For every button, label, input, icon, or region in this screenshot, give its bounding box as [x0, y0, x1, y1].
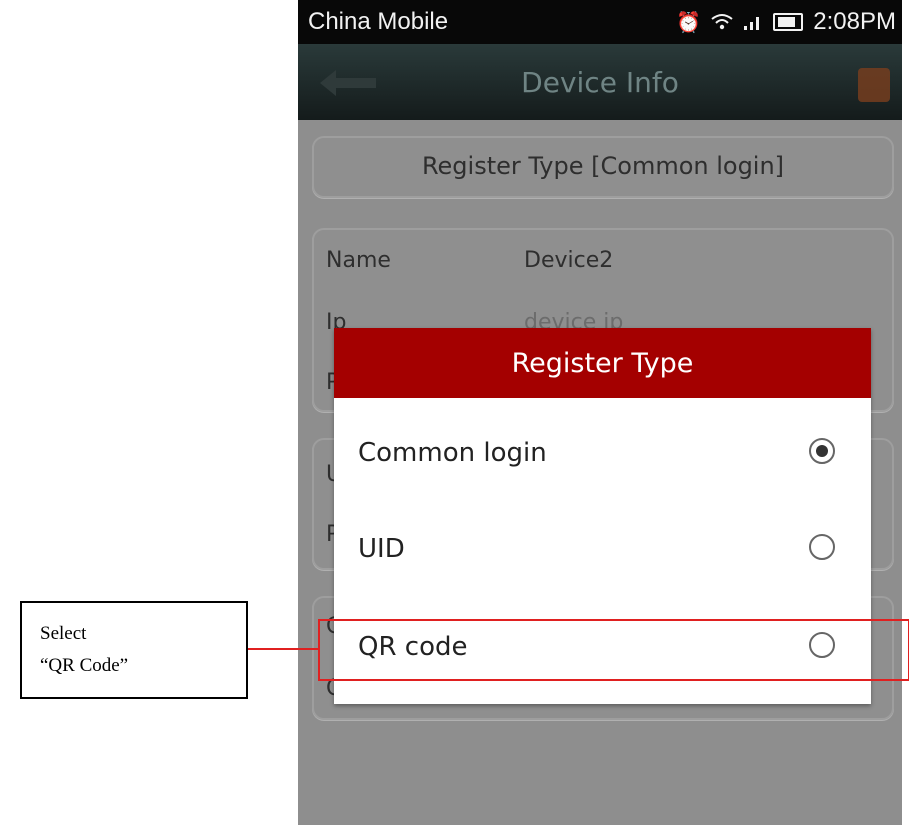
page-title: Device Info: [521, 66, 679, 99]
battery-icon: [773, 13, 804, 31]
wifi-icon: [711, 14, 733, 30]
option-common-login[interactable]: Common login: [334, 406, 871, 502]
annotation-callout: Select “QR Code”: [20, 601, 248, 699]
title-bar: Device Info: [298, 44, 902, 120]
option-label: UID: [358, 534, 405, 564]
dialog-title: Register Type: [511, 348, 694, 379]
carrier-name: China Mobile: [308, 8, 449, 35]
callout-line-1: Select: [40, 623, 87, 644]
name-label: Name: [326, 248, 391, 273]
dialog-header: Register Type: [334, 328, 871, 398]
option-uid[interactable]: UID: [334, 502, 871, 598]
register-type-label: Register Type [Common login]: [421, 152, 785, 180]
status-bar: China Mobile ⏰ 2:08PM: [298, 0, 902, 44]
share-icon[interactable]: [858, 68, 890, 102]
register-type-card[interactable]: Register Type [Common login]: [312, 136, 894, 198]
alarm-icon: ⏰: [676, 11, 702, 34]
name-value[interactable]: Device2: [524, 248, 613, 273]
status-icons: ⏰ 2:08PM: [676, 8, 896, 36]
radio-dot: [816, 445, 828, 457]
annotation-connector: [246, 648, 318, 650]
radio-unselected-icon[interactable]: [809, 534, 835, 560]
status-time: 2:08PM: [813, 8, 896, 35]
radio-selected-icon[interactable]: [809, 438, 835, 464]
qr-code-highlight: [318, 619, 909, 681]
signal-icon: [744, 17, 760, 30]
callout-line-2: “QR Code”: [40, 655, 129, 676]
option-label: Common login: [358, 438, 547, 468]
